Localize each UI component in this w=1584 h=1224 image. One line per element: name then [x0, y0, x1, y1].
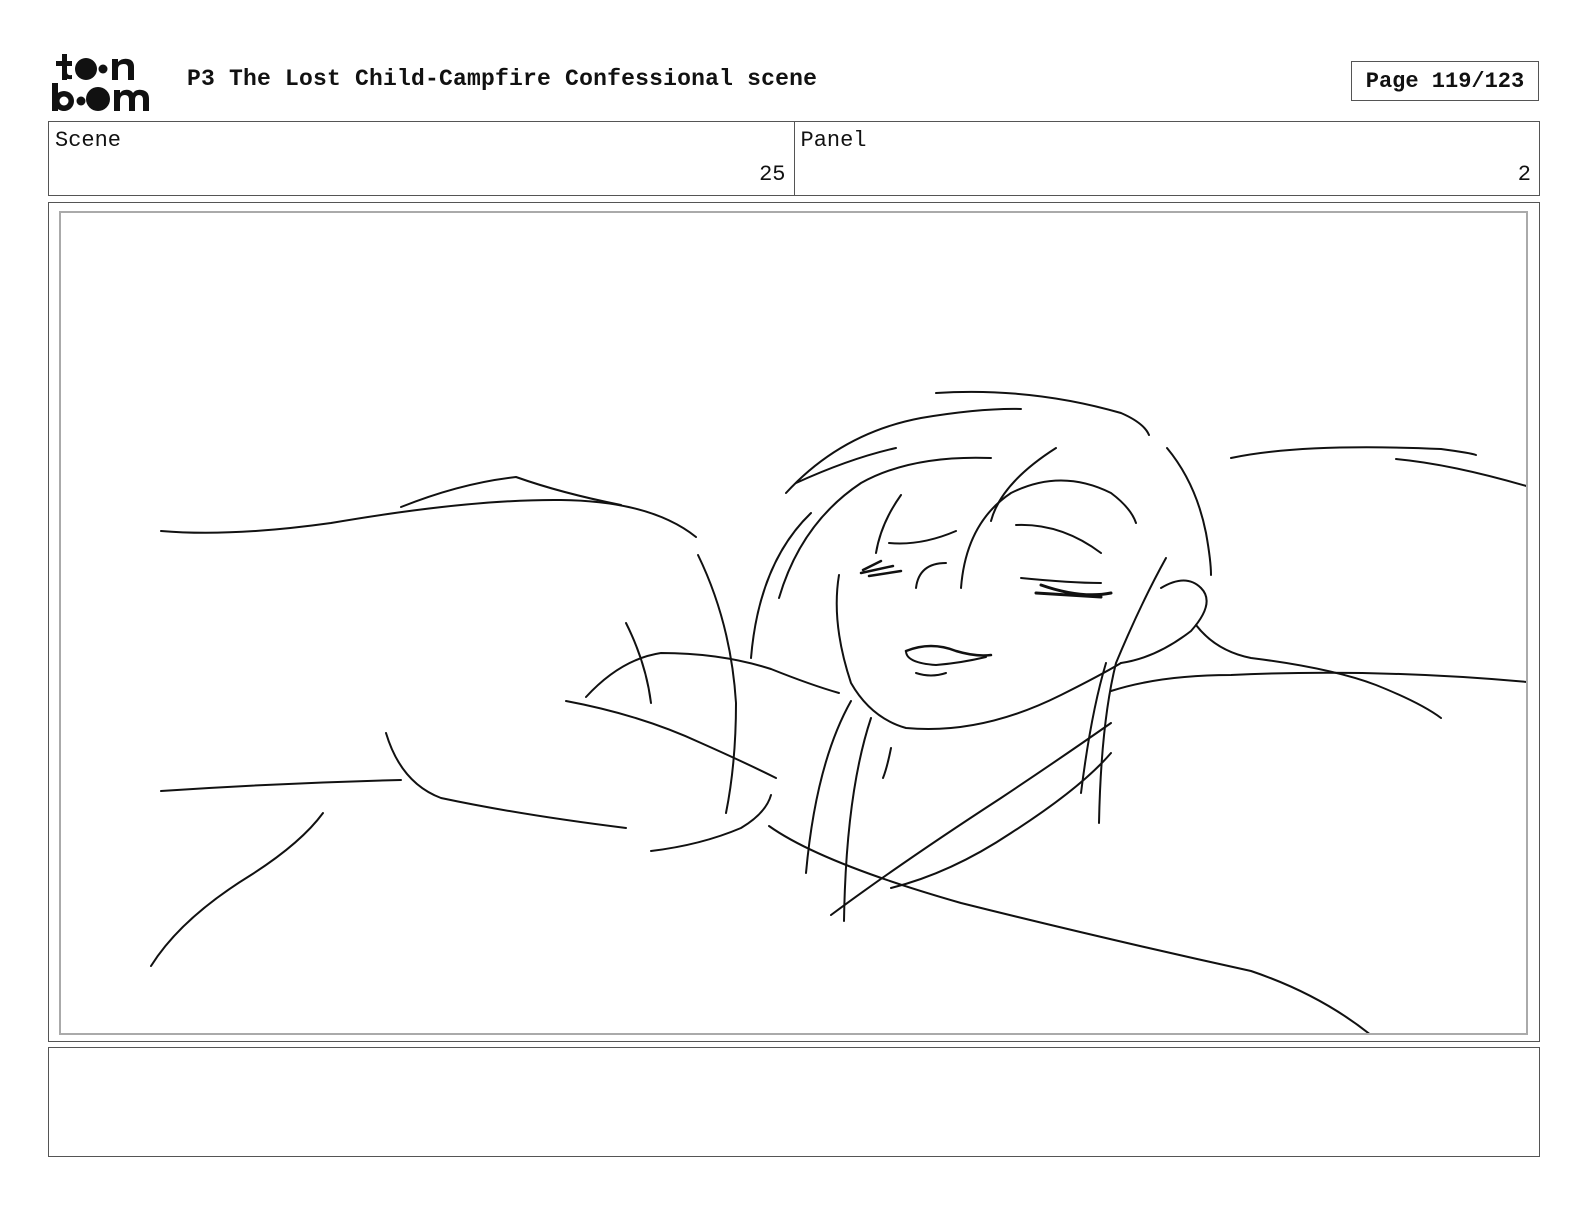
- storyboard-panel: [48, 202, 1540, 1042]
- panel-notes-box[interactable]: [48, 1047, 1540, 1157]
- panel-label: Panel: [800, 128, 867, 153]
- scene-label: Scene: [55, 128, 122, 153]
- scene-number: 25: [759, 162, 786, 187]
- toon-boom-logo: [52, 52, 164, 112]
- panel-cell: Panel 2: [793, 122, 1540, 195]
- scene-panel-info: Scene 25 Panel 2: [48, 121, 1540, 196]
- scene-cell: Scene 25: [49, 122, 794, 195]
- panel-drawing-area: [59, 211, 1528, 1035]
- panel-number: 2: [1517, 162, 1531, 187]
- page-number: Page 119/123: [1351, 61, 1539, 101]
- document-title: P3 The Lost Child-Campfire Confessional …: [187, 66, 818, 92]
- sketch-drawing: [150, 390, 1526, 1033]
